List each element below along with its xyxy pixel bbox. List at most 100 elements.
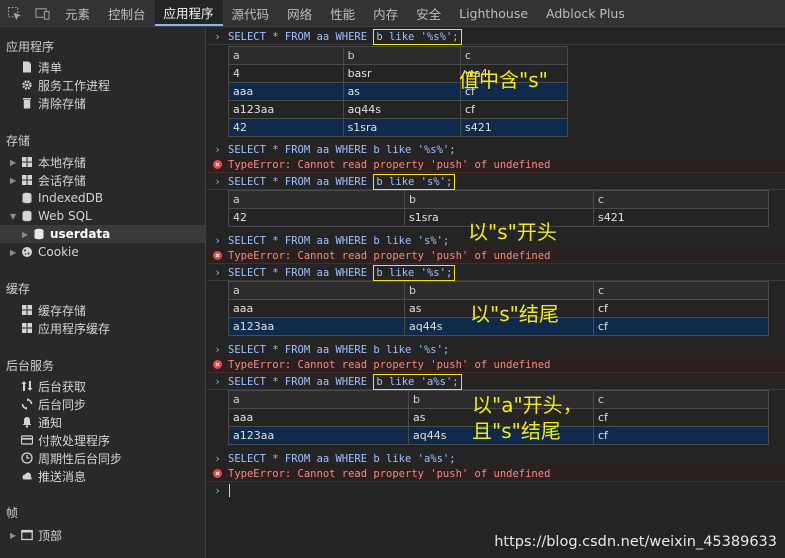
table-cell: a123aa bbox=[228, 426, 409, 445]
sql-command: SELECT * FROM aa WHERE b like '%s'; bbox=[228, 343, 450, 356]
device-toolbar-icon[interactable] bbox=[28, 0, 56, 26]
section-application-title: 应用程序 bbox=[6, 40, 55, 54]
table-cell: cf bbox=[459, 100, 569, 119]
section-storage-title: 存储 bbox=[6, 134, 31, 148]
up-down-arrows-icon bbox=[20, 379, 34, 393]
annotation-starts-a-ends-s: 以"a"开头， 且"s"结尾 bbox=[472, 393, 583, 443]
prompt-chevron-icon: › bbox=[214, 30, 221, 43]
sidebar-item-background-fetch[interactable]: 后台获取 bbox=[20, 377, 86, 395]
sidebar-item-background-sync[interactable]: 后台同步 bbox=[20, 395, 86, 413]
table-cell: aaa bbox=[228, 408, 409, 427]
console-input-line[interactable]: › SELECT * FROM aa WHERE b like '%s'; bbox=[207, 342, 785, 358]
error-icon: × bbox=[207, 469, 228, 478]
tab-network[interactable]: 网络 bbox=[278, 0, 321, 26]
table-cell: as bbox=[342, 82, 461, 101]
annotation-contains-s: 值中含"s" bbox=[459, 68, 548, 92]
tab-memory[interactable]: 内存 bbox=[364, 0, 407, 26]
inspect-element-icon[interactable] bbox=[0, 0, 28, 26]
trash-icon bbox=[20, 96, 34, 110]
tab-application[interactable]: 应用程序 bbox=[154, 0, 223, 26]
sidebar-item-application-cache[interactable]: 应用程序缓存 bbox=[20, 319, 110, 337]
error-message: TypeError: Cannot read property 'push' o… bbox=[228, 249, 551, 262]
sidebar-item-local-storage[interactable]: ▶ 本地存储 bbox=[10, 153, 86, 171]
prompt-chevron-icon: › bbox=[214, 234, 221, 247]
console-input-line[interactable]: › SELECT * FROM aa WHERE b like '%s'; bbox=[207, 264, 785, 281]
devtools-tabbar: 元素 控制台 应用程序 源代码 网络 性能 内存 安全 Lighthouse A… bbox=[0, 0, 785, 27]
sidebar-item-label: 通知 bbox=[38, 415, 63, 430]
expand-arrow-icon[interactable]: ▶ bbox=[22, 230, 32, 239]
sidebar-item-label: 本地存储 bbox=[38, 155, 87, 170]
section-frames-title: 帧 bbox=[6, 506, 19, 520]
tab-adblock-plus[interactable]: Adblock Plus bbox=[537, 0, 634, 26]
console-input-line[interactable]: › SELECT * FROM aa WHERE b like 'a%s'; bbox=[207, 451, 785, 467]
file-icon bbox=[20, 60, 34, 74]
column-header: a bbox=[228, 390, 409, 409]
error-message: TypeError: Cannot read property 'push' o… bbox=[228, 358, 551, 371]
sql-command: SELECT * FROM aa WHERE b like '%s%'; bbox=[228, 143, 456, 156]
column-header: c bbox=[593, 390, 769, 409]
prompt-chevron-icon: › bbox=[214, 343, 221, 356]
expand-arrow-icon[interactable]: ▶ bbox=[10, 158, 20, 167]
tab-lighthouse[interactable]: Lighthouse bbox=[450, 0, 537, 26]
expand-arrow-icon[interactable]: ▶ bbox=[10, 248, 20, 257]
error-icon: × bbox=[207, 160, 228, 169]
column-header: a bbox=[228, 281, 405, 300]
sidebar-item-notifications[interactable]: 通知 bbox=[20, 413, 62, 431]
table-cell: cf bbox=[593, 317, 769, 336]
clock-icon bbox=[20, 451, 34, 465]
column-header: c bbox=[459, 46, 569, 65]
sidebar-item-top-frame[interactable]: ▶ 顶部 bbox=[10, 526, 62, 544]
sidebar-item-payment-handler[interactable]: 付款处理程序 bbox=[20, 431, 110, 449]
expand-arrow-icon[interactable]: ▶ bbox=[10, 176, 20, 185]
tab-elements[interactable]: 元素 bbox=[56, 0, 99, 26]
annotation-ends-with-s: 以"s"结尾 bbox=[470, 302, 559, 326]
sidebar-item-web-sql[interactable]: ▼ Web SQL bbox=[10, 207, 92, 225]
column-header: c bbox=[593, 281, 769, 300]
console-input-line[interactable]: › SELECT * FROM aa WHERE b like 'a%s'; bbox=[207, 373, 785, 390]
sidebar-item-periodic-background-sync[interactable]: 周期性后台同步 bbox=[20, 449, 122, 467]
prompt-chevron-icon: › bbox=[214, 266, 221, 279]
table-cell: cf bbox=[593, 408, 769, 427]
sidebar-item-label: 清单 bbox=[38, 60, 63, 75]
tab-sources[interactable]: 源代码 bbox=[223, 0, 279, 26]
column-header: a bbox=[228, 46, 344, 65]
tab-console[interactable]: 控制台 bbox=[99, 0, 155, 26]
table-cell: cf bbox=[593, 426, 769, 445]
sidebar-item-label: 服务工作进程 bbox=[38, 78, 111, 93]
sidebar-item-label: 后台同步 bbox=[38, 397, 87, 412]
sidebar-item-label: 清除存储 bbox=[38, 96, 87, 111]
sidebar-item-clear-storage[interactable]: 清除存储 bbox=[20, 94, 86, 112]
sidebar-item-session-storage[interactable]: ▶ 会话存储 bbox=[10, 171, 86, 189]
prompt-chevron-icon: › bbox=[214, 175, 221, 188]
sidebar-item-indexeddb[interactable]: IndexedDB bbox=[20, 189, 103, 207]
tab-performance[interactable]: 性能 bbox=[321, 0, 364, 26]
console-input-line[interactable]: › SELECT * FROM aa WHERE b like 's%'; bbox=[207, 173, 785, 190]
prompt-chevron-icon: › bbox=[214, 483, 221, 497]
tab-security[interactable]: 安全 bbox=[407, 0, 450, 26]
console-input-line[interactable]: › SELECT * FROM aa WHERE b like '%s%'; bbox=[207, 28, 785, 45]
sql-command-prefix: SELECT * FROM aa WHERE bbox=[228, 375, 374, 388]
collapse-arrow-icon[interactable]: ▼ bbox=[10, 212, 20, 221]
sidebar-item-service-workers[interactable]: 服务工作进程 bbox=[20, 76, 110, 94]
sidebar-item-label: 顶部 bbox=[38, 528, 63, 543]
console-error-line: × TypeError: Cannot read property 'push'… bbox=[207, 466, 785, 482]
sidebar-item-cache-storage[interactable]: 缓存存储 bbox=[20, 301, 86, 319]
text-caret bbox=[229, 483, 230, 497]
console-prompt-input[interactable]: › bbox=[207, 481, 230, 499]
console-input-line[interactable]: › SELECT * FROM aa WHERE b like '%s%'; bbox=[207, 142, 785, 158]
expand-arrow-icon[interactable]: ▶ bbox=[10, 531, 20, 540]
cloud-icon bbox=[20, 469, 34, 483]
sidebar-item-userdata[interactable]: ▶ userdata bbox=[0, 225, 205, 243]
sql-command-prefix: SELECT * FROM aa WHERE bbox=[228, 30, 374, 43]
table-cell: cf bbox=[593, 299, 769, 318]
table-cell: basr bbox=[342, 64, 461, 83]
console-error-line: × TypeError: Cannot read property 'push'… bbox=[207, 157, 785, 173]
sidebar-item-label: userdata bbox=[50, 227, 111, 241]
sidebar-item-manifest[interactable]: 清单 bbox=[20, 58, 62, 76]
sidebar-item-cookie[interactable]: ▶ Cookie bbox=[10, 243, 79, 261]
prompt-chevron-icon: › bbox=[214, 375, 221, 388]
sidebar-item-label: 周期性后台同步 bbox=[38, 451, 123, 466]
sidebar-item-push-messaging[interactable]: 推送消息 bbox=[20, 467, 86, 485]
sql-like-clause-highlight: b like 'a%s'; bbox=[373, 373, 462, 390]
section-background-services-title: 后台服务 bbox=[6, 359, 55, 373]
